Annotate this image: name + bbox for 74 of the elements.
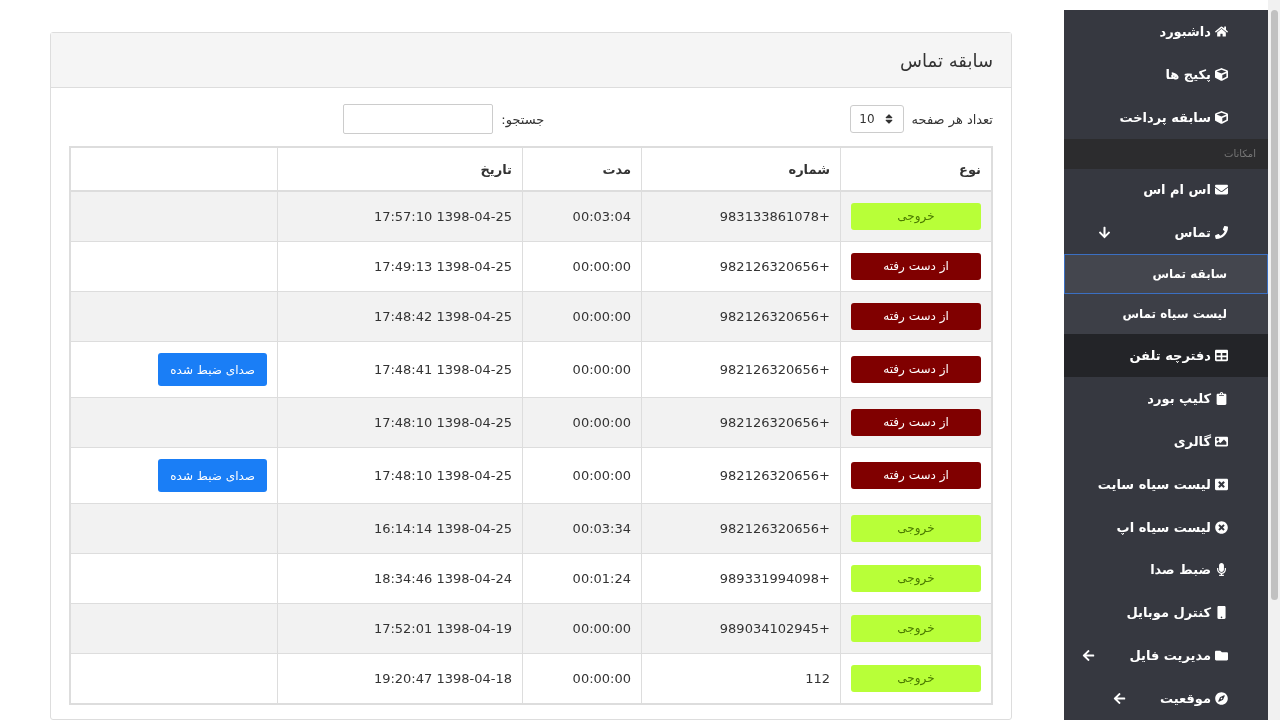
sidebar-item[interactable]: گالری [1064, 419, 1268, 463]
call-type-badge: خروجی [851, 515, 981, 542]
compass-icon [1215, 692, 1228, 705]
panel-title: سابقه تماس [51, 33, 1011, 88]
clipboard-icon [1215, 391, 1228, 405]
table-cell: +982126320656 [641, 503, 841, 554]
envelope-icon [1215, 183, 1228, 197]
table-cell: 1398-04-24 18:34:46 [277, 553, 523, 604]
table-cell: +983133861078 [641, 191, 841, 242]
table-cell: 1398-04-19 17:52:01 [277, 603, 523, 654]
call-type-badge: از دست رفته [851, 356, 981, 383]
sidebar-item[interactable]: سابقه پرداخت [1064, 95, 1268, 139]
cube-icon [1215, 110, 1228, 124]
table-cell: +982126320656 [641, 241, 841, 292]
table-icon [1215, 349, 1228, 362]
image-icon [1215, 434, 1228, 448]
table-cell: 1398-04-25 17:48:10 [277, 397, 523, 448]
search-label: جستجو: [501, 111, 545, 127]
table-cell: 00:00:00 [522, 397, 642, 448]
call-type-badge: از دست رفته [851, 253, 981, 280]
sidebar-item[interactable]: دفترچه تلفن [1064, 334, 1268, 377]
table-cell: +989034102945 [641, 603, 841, 654]
call-type-badge: خروجی [851, 565, 981, 592]
table-cell: +989331994098 [641, 553, 841, 604]
sidebar-item[interactable]: مدیریت فایل [1064, 634, 1268, 678]
table-cell: 00:01:24 [522, 553, 642, 604]
call-type-badge: خروجی [851, 203, 981, 230]
submenu-item[interactable]: لیست سیاه تماس [1064, 294, 1268, 335]
sidebar-item[interactable]: اس ام اس [1064, 168, 1268, 212]
sidebar-item[interactable]: لیست سیاه اپ [1064, 505, 1268, 549]
table-cell: 00:00:00 [522, 291, 642, 342]
sidebar-item[interactable]: کنترل موبایل [1064, 591, 1268, 635]
table-cell: 00:00:00 [522, 603, 642, 654]
page-size-select[interactable]: 10 [850, 105, 904, 133]
table-cell: +982126320656 [641, 447, 841, 504]
sidebar-item[interactable]: تماس [1064, 211, 1268, 255]
submenu-item[interactable]: سابقه تماس [1064, 254, 1268, 295]
table-cell: 00:00:00 [522, 341, 642, 398]
sidebar-item[interactable]: پکیج ها [1064, 52, 1268, 96]
table-cell: 00:03:04 [522, 191, 642, 242]
cube-icon [1215, 67, 1228, 81]
table-cell: 1398-04-25 17:57:10 [277, 191, 523, 242]
sidebar-item[interactable]: موقعیت [1064, 677, 1268, 720]
scrollbar-thumb[interactable] [1270, 10, 1278, 600]
microphone-icon [1215, 563, 1228, 577]
table-cell: 00:03:34 [522, 503, 642, 554]
call-type-badge: خروجی [851, 665, 981, 692]
folder-icon [1215, 649, 1228, 663]
search-field[interactable] [343, 104, 494, 134]
table-cell: 1398-04-25 16:14:14 [277, 503, 523, 554]
call-type-badge: از دست رفته [851, 303, 981, 330]
table-cell: 1398-04-25 17:49:13 [277, 241, 523, 292]
table-cell: 1398-04-25 17:48:10 [277, 447, 523, 504]
sidebar-item[interactable]: کلیپ بورد [1064, 376, 1268, 420]
table-cell: 00:00:00 [522, 447, 642, 504]
table-cell: 1398-04-25 17:48:42 [277, 291, 523, 342]
table-cell: 00:00:00 [522, 241, 642, 292]
recording-button[interactable]: صدای ضبط شده [158, 353, 267, 386]
section-header: امکانات [1064, 138, 1268, 169]
table-cell: 1398-04-25 17:48:41 [277, 341, 523, 398]
call-type-badge: از دست رفته [851, 409, 981, 436]
call-type-badge: از دست رفته [851, 462, 981, 489]
sidebar-item[interactable]: لیست سیاه سایت [1064, 462, 1268, 506]
call-type-badge: خروجی [851, 615, 981, 642]
table-cell: +982126320656 [641, 291, 841, 342]
table-cell: +982126320656 [641, 341, 841, 398]
sidebar-item[interactable]: ضبط صدا [1064, 548, 1268, 592]
table-cell: +982126320656 [641, 397, 841, 448]
phone-icon [1215, 226, 1228, 240]
home-icon [1215, 24, 1228, 38]
recording-button[interactable]: صدای ضبط شده [158, 459, 267, 492]
page-size-label: تعداد هر صفحه [911, 111, 993, 127]
mobile-phone-icon [1215, 606, 1228, 620]
sidebar-item[interactable]: داشبورد [1064, 10, 1268, 53]
